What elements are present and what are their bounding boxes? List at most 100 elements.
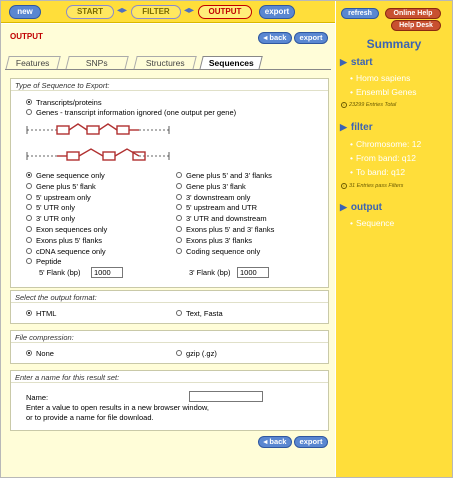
bullet-icon: • (350, 218, 353, 228)
radio-icon (26, 193, 32, 200)
radio-sequence-option[interactable]: Gene plus 5' and 3' flanks (176, 171, 272, 180)
radio-icon (26, 247, 32, 254)
radio-sequence-option[interactable]: 5' upstream only (26, 193, 91, 202)
radio-icon (176, 247, 182, 254)
option-label: Gene sequence only (36, 171, 105, 180)
start-note: i 23299 Entries Total (341, 102, 396, 108)
radio-sequence-option[interactable]: 5' upstream and UTR (176, 203, 257, 212)
radio-sequence-option[interactable]: Exons plus 5' flanks (26, 236, 102, 245)
option-label: Gene plus 5' and 3' flanks (186, 171, 272, 180)
option-label: Gene plus 3' flank (186, 181, 246, 191)
option-label: Peptide (36, 257, 62, 267)
summary-title: Summary (366, 37, 422, 51)
radio-transcripts[interactable]: Transcripts/proteins (26, 98, 102, 107)
radio-icon (26, 236, 32, 243)
export-button-bottom[interactable]: export (294, 436, 328, 448)
export-button-top[interactable]: export (294, 32, 328, 44)
start-section-link[interactable]: ▶ start (340, 57, 373, 68)
flank5-label: 5' Flank (bp) (39, 268, 81, 277)
new-button[interactable]: new (9, 5, 41, 19)
option-label: gzip (.gz) (186, 349, 217, 358)
item-label: Chromosome: 12 (355, 139, 422, 149)
radio-sequence-option[interactable]: 3' UTR only (26, 214, 75, 223)
section-heading: Type of Sequence to Export: (11, 79, 328, 91)
bullet-icon: • (350, 73, 353, 83)
option-label: Text, Fasta (186, 309, 223, 318)
back-label: back (269, 33, 287, 42)
radio-selected-icon (26, 172, 32, 179)
item-label: To band: q12 (355, 167, 406, 177)
radio-icon (176, 172, 182, 179)
online-help-button[interactable]: Online Help (385, 8, 441, 19)
option-label: 5' upstream and UTR (186, 203, 258, 213)
triangle-right-icon: ▶ (340, 202, 347, 212)
radio-selected-icon (26, 310, 32, 317)
item-label: Homo sapiens (355, 73, 411, 83)
radio-sequence-option[interactable]: Coding sequence only (176, 247, 260, 256)
radio-sequence-option[interactable]: cDNA sequence only (26, 247, 106, 256)
item-label: Ensembl Genes (355, 87, 417, 97)
info-icon: i (341, 102, 347, 108)
radio-icon (26, 204, 32, 211)
radio-format-html[interactable]: HTML (26, 309, 56, 318)
tab-structures[interactable]: Structures (133, 56, 197, 70)
option-label: 3' UTR and downstream (186, 214, 267, 224)
gene-structure-diagram (26, 123, 170, 161)
option-label: Exons plus 5' flanks (36, 235, 103, 245)
flank3-input[interactable]: 1000 (237, 267, 269, 278)
radio-sequence-option[interactable]: Peptide (26, 257, 61, 266)
radio-format-text[interactable]: Text, Fasta (176, 309, 223, 318)
refresh-button[interactable]: refresh (341, 8, 379, 19)
export-nav-button[interactable]: export (259, 5, 295, 19)
radio-sequence-option[interactable]: 3' UTR and downstream (176, 214, 267, 223)
flank3-label: 3' Flank (bp) (189, 268, 231, 277)
result-name-input[interactable] (189, 391, 263, 402)
filter-step-button[interactable]: FILTER (131, 5, 181, 19)
back-button-bottom[interactable]: ◂ back (258, 436, 292, 448)
bullet-icon: • (350, 153, 353, 163)
tab-sequences[interactable]: Sequences (199, 56, 263, 70)
section-label: output (350, 202, 383, 213)
radio-genes[interactable]: Genes - transcript information ignored (… (26, 108, 236, 117)
radio-sequence-option[interactable]: 5' UTR only (26, 203, 75, 212)
triangle-right-icon: ▶ (340, 122, 347, 132)
bullet-icon: • (350, 87, 353, 97)
start-step-button[interactable]: START (66, 5, 114, 19)
radio-icon (176, 310, 182, 317)
radio-icon (176, 193, 182, 200)
radio-sequence-option[interactable]: Exons plus 5' and 3' flanks (176, 225, 274, 234)
radio-icon (26, 182, 32, 189)
name-help-line-1: Enter a value to open results in a new b… (26, 403, 210, 412)
flank5-input[interactable]: 1000 (91, 267, 123, 278)
note-text: 31 Entries pass Filters (349, 183, 404, 189)
info-icon: i (341, 183, 347, 189)
option-label: 5' upstream only (36, 192, 91, 202)
output-section-link[interactable]: ▶ output (340, 202, 382, 213)
radio-sequence-option[interactable]: Gene plus 3' flank (176, 182, 246, 191)
summary-item: • Homo sapiens (350, 73, 410, 83)
section-heading: File compression: (11, 331, 328, 343)
summary-item: • Sequence (350, 218, 394, 228)
output-step-button[interactable]: OUTPUT (198, 5, 252, 19)
option-label: HTML (36, 309, 57, 318)
note-text: 23299 Entries Total (349, 102, 397, 108)
tab-snps[interactable]: SNPs (65, 56, 129, 70)
radio-sequence-option[interactable]: Exons plus 3' flanks (176, 236, 252, 245)
back-button-top[interactable]: ◂ back (258, 32, 292, 44)
bullet-icon: • (350, 139, 353, 149)
radio-sequence-option[interactable]: Exon sequences only (26, 225, 107, 234)
option-label: 5' UTR only (36, 203, 75, 213)
arrows-icon: ◂▸ (184, 5, 195, 16)
radio-sequence-option[interactable]: Gene sequence only (26, 171, 105, 180)
option-label: Genes - transcript information ignored (… (36, 108, 237, 117)
triangle-right-icon: ▶ (340, 57, 347, 67)
help-desk-button[interactable]: Help Desk (391, 20, 441, 31)
radio-icon (176, 236, 182, 243)
radio-compression-none[interactable]: None (26, 349, 54, 358)
radio-compression-gzip[interactable]: gzip (.gz) (176, 349, 217, 358)
radio-icon (176, 182, 182, 189)
filter-section-link[interactable]: ▶ filter (340, 122, 373, 133)
radio-sequence-option[interactable]: Gene plus 5' flank (26, 182, 96, 191)
radio-sequence-option[interactable]: 3' downstream only (176, 193, 250, 202)
tab-features[interactable]: Features (5, 56, 61, 70)
